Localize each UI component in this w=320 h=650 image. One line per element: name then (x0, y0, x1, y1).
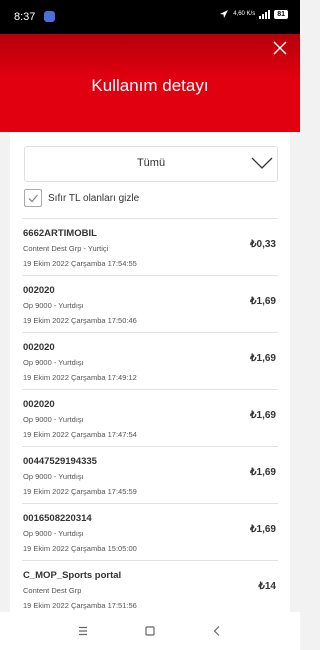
nav-home-icon[interactable] (143, 624, 157, 638)
page-header: Kullanım detayı (0, 34, 300, 132)
check-icon (28, 194, 38, 203)
item-amount: ₺0,33 (250, 239, 276, 250)
network-speed: 4,60 K/s (233, 11, 256, 17)
item-operator: Op 9000 - Yurtdışı (23, 301, 84, 310)
signal-icon (259, 9, 271, 19)
list-item[interactable]: 002020 Op 9000 - Yurtdışı 19 Ekim 2022 Ç… (22, 389, 278, 446)
status-indicators: 4,60 K/s 81 (219, 9, 288, 19)
list-item[interactable]: 0016508220314 Op 9000 - Yurtdışı 19 Ekim… (22, 503, 278, 560)
filter-dropdown[interactable]: Tümü (24, 146, 278, 182)
chevron-down-icon (251, 157, 273, 169)
page-title: Kullanım detayı (91, 76, 209, 95)
item-operator: Content Dest Grp - Yurtiçi (23, 244, 109, 253)
item-code: 002020 (23, 285, 55, 296)
status-time: 8:37 (14, 11, 36, 23)
item-amount: ₺1,69 (250, 524, 276, 535)
item-code: 0016508220314 (23, 513, 92, 524)
item-operator: Op 9000 - Yurtdışı (23, 358, 84, 367)
usage-panel: Tümü Sıfır TL olanları gizle 6662ARTIMOB… (10, 132, 290, 612)
filter-selected-value: Tümü (136, 157, 166, 169)
list-item[interactable]: C_MOP_Sports portal Content Dest Grp 19 … (22, 560, 278, 612)
item-operator: Op 9000 - Yurtdışı (23, 415, 84, 424)
item-amount: ₺1,69 (250, 467, 276, 478)
item-date: 19 Ekim 2022 Çarşamba 17:54:55 (23, 259, 137, 268)
nav-back-icon[interactable] (210, 624, 224, 638)
list-item[interactable]: 6662ARTIMOBIL Content Dest Grp - Yurtiçi… (22, 218, 278, 275)
item-date: 19 Ekim 2022 Çarşamba 17:50:46 (23, 316, 137, 325)
item-amount: ₺1,69 (250, 410, 276, 421)
item-amount: ₺1,69 (250, 296, 276, 307)
battery-level: 81 (274, 9, 288, 19)
notification-icon (44, 11, 55, 22)
hide-zero-label: Sıfır TL olanları gizle (48, 192, 140, 204)
item-code: C_MOP_Sports portal (23, 570, 122, 581)
hide-zero-checkbox[interactable]: Sıfır TL olanları gizle (24, 188, 139, 208)
nav-recents-icon[interactable] (76, 624, 90, 638)
item-code: 002020 (23, 342, 55, 353)
item-date: 19 Ekim 2022 Çarşamba 17:49:12 (23, 373, 137, 382)
item-operator: Content Dest Grp (23, 586, 82, 595)
location-icon (220, 10, 229, 18)
transaction-list: 6662ARTIMOBIL Content Dest Grp - Yurtiçi… (22, 218, 278, 612)
list-item[interactable]: 002020 Op 9000 - Yurtdışı 19 Ekim 2022 Ç… (22, 275, 278, 332)
checkbox-box[interactable] (24, 189, 42, 207)
close-icon[interactable] (272, 40, 288, 56)
item-code: 002020 (23, 399, 55, 410)
item-amount: ₺1,69 (250, 353, 276, 364)
item-date: 19 Ekim 2022 Çarşamba 17:51:56 (23, 601, 137, 610)
item-operator: Op 9000 - Yurtdışı (23, 472, 84, 481)
item-date: 19 Ekim 2022 Çarşamba 17:47:54 (23, 430, 137, 439)
item-operator: Op 9000 - Yurtdışı (23, 529, 84, 538)
item-amount: ₺14 (258, 581, 277, 592)
system-navigation-bar (0, 612, 300, 650)
item-code: 00447529194335 (23, 456, 97, 467)
item-date: 19 Ekim 2022 Çarşamba 17:45:59 (23, 487, 137, 496)
list-item[interactable]: 00447529194335 Op 9000 - Yurtdışı 19 Eki… (22, 446, 278, 503)
item-code: 6662ARTIMOBIL (23, 228, 97, 239)
item-date: 19 Ekim 2022 Çarşamba 15:05:00 (23, 544, 137, 553)
list-item[interactable]: 002020 Op 9000 - Yurtdışı 19 Ekim 2022 Ç… (22, 332, 278, 389)
status-bar: 8:37 4,60 K/s 81 (0, 0, 300, 34)
